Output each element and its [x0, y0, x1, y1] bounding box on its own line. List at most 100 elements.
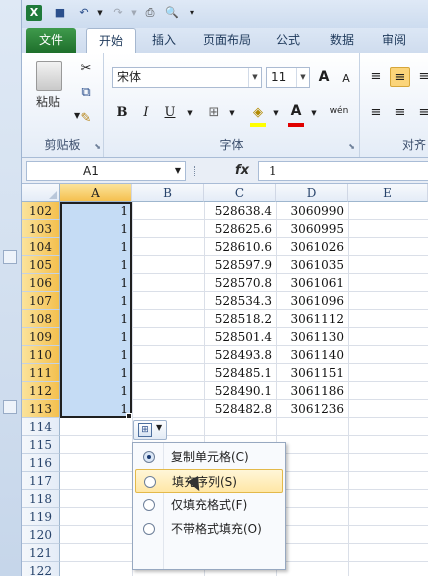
cell-c[interactable]: 528485.1: [204, 364, 276, 382]
cell-d[interactable]: 3061035: [276, 256, 348, 274]
undo-dropdown-icon[interactable]: ▼: [92, 5, 108, 21]
cut-icon[interactable]: ✂: [76, 59, 96, 79]
fill-color-icon[interactable]: ◈: [248, 103, 268, 123]
formula-bar-splitter[interactable]: [194, 166, 196, 176]
font-color-icon[interactable]: A: [286, 101, 306, 121]
fill-without-formatting-radio[interactable]: [143, 523, 155, 535]
font-launcher-icon[interactable]: ⬊: [348, 142, 355, 151]
cell-a[interactable]: 1: [60, 310, 132, 328]
cell-d[interactable]: 3061151: [276, 364, 348, 382]
cell-d[interactable]: 3061026: [276, 238, 348, 256]
font-family-dropdown-icon[interactable]: ▼: [248, 68, 261, 87]
cell-d[interactable]: [276, 490, 348, 508]
tab-file[interactable]: 文件: [26, 28, 76, 53]
underline-button[interactable]: U: [160, 103, 180, 123]
format-painter-icon[interactable]: ✎: [76, 109, 96, 129]
borders-icon[interactable]: ⊞: [204, 103, 224, 123]
cell-a[interactable]: [60, 544, 132, 562]
font-size-dropdown-icon[interactable]: ▼: [296, 68, 309, 87]
cell-a[interactable]: [60, 436, 132, 454]
row-header[interactable]: 108: [22, 310, 60, 328]
row-header[interactable]: 121: [22, 544, 60, 562]
paste-icon[interactable]: [36, 61, 62, 91]
cell-c[interactable]: 528490.1: [204, 382, 276, 400]
row-header[interactable]: 118: [22, 490, 60, 508]
row-header[interactable]: 105: [22, 256, 60, 274]
fill-formatting-only-radio[interactable]: [143, 499, 155, 511]
row-header[interactable]: 119: [22, 508, 60, 526]
redo-dropdown-icon[interactable]: ▼: [126, 5, 142, 21]
phonetic-guide-icon[interactable]: wén: [324, 101, 354, 121]
cell-a[interactable]: [60, 526, 132, 544]
clipboard-launcher-icon[interactable]: ⬊: [94, 142, 101, 151]
cell-d[interactable]: 3061186: [276, 382, 348, 400]
row-header[interactable]: 109: [22, 328, 60, 346]
row-header[interactable]: 104: [22, 238, 60, 256]
cell-d[interactable]: [276, 508, 348, 526]
cell-d[interactable]: [276, 526, 348, 544]
borders-dropdown-icon[interactable]: ▼: [222, 103, 242, 123]
cell-d[interactable]: 3061236: [276, 400, 348, 418]
underline-dropdown-icon[interactable]: ▼: [180, 103, 200, 123]
row-header[interactable]: 120: [22, 526, 60, 544]
column-header-e[interactable]: E: [348, 184, 428, 202]
cell-c[interactable]: 528610.6: [204, 238, 276, 256]
cell-a[interactable]: [60, 508, 132, 526]
cell-d[interactable]: 3060995: [276, 220, 348, 238]
cell-c[interactable]: 528482.8: [204, 400, 276, 418]
align-center-icon[interactable]: ≡: [390, 103, 410, 123]
italic-button[interactable]: I: [136, 103, 156, 123]
undo-icon[interactable]: ↶: [76, 5, 92, 21]
cell-a[interactable]: [60, 418, 132, 436]
cell-a[interactable]: 1: [60, 202, 132, 220]
row-header[interactable]: 115: [22, 436, 60, 454]
cell-c[interactable]: 528493.8: [204, 346, 276, 364]
cell-a[interactable]: 1: [60, 274, 132, 292]
menu-item-copy-cells[interactable]: 复制单元格(C): [135, 445, 283, 469]
name-box[interactable]: A1 ▼: [26, 161, 186, 181]
cell-a[interactable]: 1: [60, 400, 132, 418]
cell-a[interactable]: 1: [60, 256, 132, 274]
tab-page-layout[interactable]: 页面布局: [194, 28, 260, 53]
cell-a[interactable]: 1: [60, 364, 132, 382]
fill-series-radio[interactable]: [144, 476, 156, 488]
tab-insert[interactable]: 插入: [142, 28, 186, 53]
cell-a[interactable]: [60, 562, 132, 576]
print-icon[interactable]: ⎙: [142, 5, 158, 21]
tab-home[interactable]: 开始: [86, 28, 136, 53]
copy-cells-radio[interactable]: [143, 451, 155, 463]
cell-c[interactable]: 528501.4: [204, 328, 276, 346]
column-header-a[interactable]: A: [60, 184, 132, 202]
paste-button-label[interactable]: 粘贴: [36, 93, 60, 110]
row-header[interactable]: 106: [22, 274, 60, 292]
font-family-combo[interactable]: 宋体 ▼: [112, 67, 262, 88]
cell-a[interactable]: [60, 454, 132, 472]
tab-review[interactable]: 审阅: [372, 28, 416, 53]
align-left-icon[interactable]: ≡: [366, 103, 386, 123]
row-header[interactable]: 102: [22, 202, 60, 220]
menu-item-fill-without-formatting[interactable]: 不带格式填充(O): [135, 517, 283, 541]
menu-item-fill-series[interactable]: 填充序列(S): [135, 469, 283, 493]
font-size-combo[interactable]: 11 ▼: [266, 67, 310, 88]
row-header[interactable]: 103: [22, 220, 60, 238]
save-icon[interactable]: ■: [52, 5, 68, 21]
cell-c[interactable]: 528534.3: [204, 292, 276, 310]
print-preview-icon[interactable]: 🔍: [164, 5, 180, 21]
row-header[interactable]: 117: [22, 472, 60, 490]
formula-input[interactable]: 1: [258, 161, 428, 181]
row-header[interactable]: 114: [22, 418, 60, 436]
cell-d[interactable]: [276, 418, 348, 436]
cell-d[interactable]: 3061140: [276, 346, 348, 364]
column-header-d[interactable]: D: [276, 184, 348, 202]
copy-icon[interactable]: ⧉: [76, 83, 96, 103]
cell-d[interactable]: [276, 544, 348, 562]
cell-d[interactable]: 3061061: [276, 274, 348, 292]
cell-d[interactable]: [276, 436, 348, 454]
font-color-dropdown-icon[interactable]: ▼: [304, 103, 324, 123]
row-header[interactable]: 107: [22, 292, 60, 310]
customize-toolbar-icon[interactable]: ▾: [184, 5, 200, 21]
cell-d[interactable]: [276, 562, 348, 576]
shrink-font-icon[interactable]: A: [336, 69, 356, 89]
tab-formulas[interactable]: 公式: [268, 28, 308, 53]
cell-a[interactable]: 1: [60, 220, 132, 238]
